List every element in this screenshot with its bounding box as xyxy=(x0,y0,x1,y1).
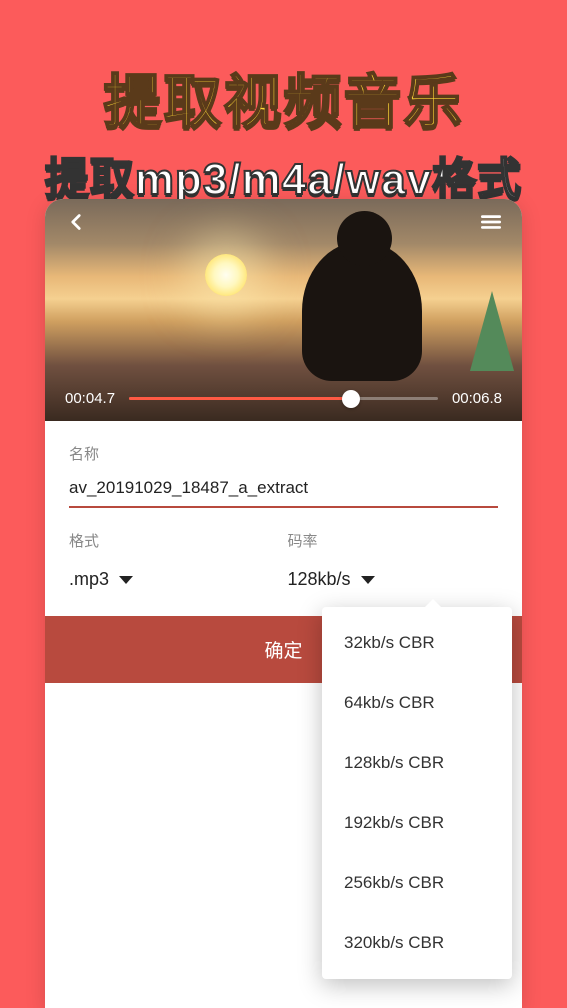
bitrate-option[interactable]: 320kb/s CBR xyxy=(322,913,512,973)
video-controls: 00:04.7 00:06.8 xyxy=(45,390,522,407)
dropdown-arrow-icon xyxy=(424,599,442,608)
progress-fill xyxy=(129,397,351,400)
video-top-bar xyxy=(45,209,522,235)
progress-thumb[interactable] xyxy=(342,390,360,408)
current-time: 00:04.7 xyxy=(65,390,115,407)
video-preview[interactable]: 00:04.7 00:06.8 xyxy=(45,199,522,421)
caret-down-icon xyxy=(119,576,133,584)
app-card: 00:04.7 00:06.8 名称 格式 .mp3 码率 128kb/s xyxy=(45,199,522,1008)
hero-title: 提取视频音乐 xyxy=(0,55,567,139)
bitrate-option[interactable]: 256kb/s CBR xyxy=(322,853,512,913)
bitrate-option[interactable]: 32kb/s CBR xyxy=(322,613,512,673)
bitrate-option[interactable]: 192kb/s CBR xyxy=(322,793,512,853)
bitrate-select[interactable]: 128kb/s xyxy=(288,561,499,594)
bitrate-label: 码率 xyxy=(288,530,499,551)
progress-bar[interactable] xyxy=(129,397,438,400)
person-silhouette xyxy=(302,241,422,381)
format-value: .mp3 xyxy=(69,569,109,590)
bitrate-option[interactable]: 128kb/s CBR xyxy=(322,733,512,793)
bitrate-option[interactable]: 64kb/s CBR xyxy=(322,673,512,733)
tent-graphic xyxy=(470,291,514,371)
bitrate-value: 128kb/s xyxy=(288,569,351,590)
name-label: 名称 xyxy=(69,443,498,464)
hero-subtitle: 提取mp3/m4a/wav格式 xyxy=(0,143,567,207)
back-icon[interactable] xyxy=(63,209,89,235)
form-area: 名称 格式 .mp3 码率 128kb/s 确定 32kb/s CBR xyxy=(45,421,522,683)
duration: 00:06.8 xyxy=(452,390,502,407)
hero-header: 提取视频音乐 提取mp3/m4a/wav格式 xyxy=(0,0,567,207)
name-input[interactable] xyxy=(69,474,498,508)
format-label: 格式 xyxy=(69,530,280,551)
bitrate-dropdown: 32kb/s CBR 64kb/s CBR 128kb/s CBR 192kb/… xyxy=(322,607,512,979)
sun-graphic xyxy=(205,254,247,296)
menu-icon[interactable] xyxy=(478,209,504,235)
caret-down-icon xyxy=(361,576,375,584)
format-select[interactable]: .mp3 xyxy=(69,561,280,594)
